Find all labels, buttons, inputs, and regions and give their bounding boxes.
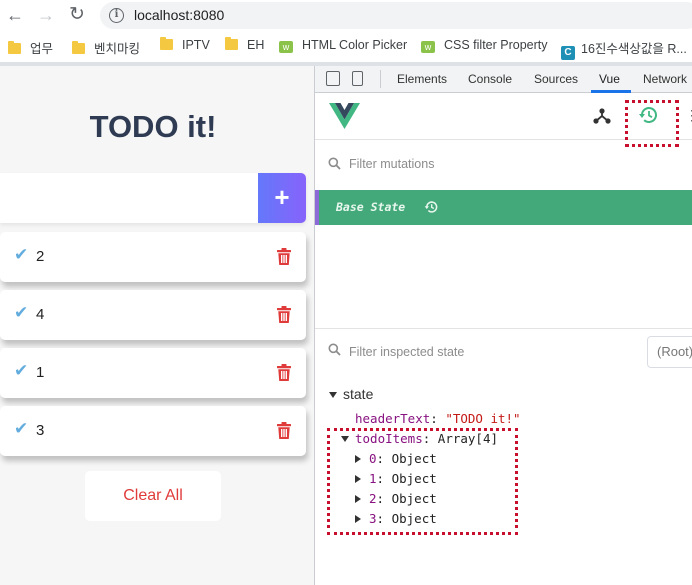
- tab-separator: [380, 70, 381, 88]
- w3schools-icon: w: [279, 41, 293, 53]
- history-highlight-box: [625, 100, 679, 147]
- address-bar[interactable]: i localhost:8080: [100, 2, 692, 29]
- base-state-row[interactable]: Base State: [315, 190, 692, 225]
- todo-text: 2: [36, 248, 45, 265]
- folder-icon: [72, 41, 85, 54]
- bookmark-item[interactable]: EH: [225, 37, 264, 56]
- todo-item: ✔ 1: [0, 348, 306, 398]
- folder-icon: [8, 41, 21, 54]
- device-toolbar-icon[interactable]: [352, 71, 363, 86]
- clear-all-button[interactable]: Clear All: [85, 471, 221, 521]
- mutations-filter: Filter mutations: [315, 144, 692, 188]
- components-tree-icon[interactable]: [593, 107, 611, 125]
- check-icon[interactable]: ✔: [14, 419, 28, 439]
- collapse-arrow-icon[interactable]: [329, 392, 337, 398]
- devtools-tabbar: Elements Console Sources Vue Network: [315, 66, 692, 93]
- todo-input[interactable]: [0, 173, 258, 223]
- todo-text: 3: [36, 422, 45, 439]
- tab-sources[interactable]: Sources: [534, 72, 578, 86]
- site-c-icon: C: [561, 46, 575, 60]
- search-icon: [328, 343, 341, 356]
- more-icon[interactable]: ⋮: [685, 107, 692, 124]
- bookmark-item[interactable]: 벤치마킹: [72, 38, 140, 56]
- folder-icon: [160, 37, 173, 50]
- mutations-filter-input[interactable]: Filter mutations: [349, 157, 434, 171]
- bookmarks-bar: 업무 벤치마킹 IPTV EH w HTML Color Picker w CSS …: [0, 32, 692, 62]
- state-entry-headertext: headerText: "TODO it!": [355, 411, 521, 426]
- w3schools-icon: w: [421, 41, 435, 53]
- trash-icon[interactable]: [277, 422, 291, 439]
- devtools-panel: Elements Console Sources Vue Network ⋮ F…: [314, 66, 692, 585]
- search-icon: [328, 157, 341, 170]
- reload-icon[interactable]: ↻: [69, 5, 85, 24]
- todoitems-highlight-box: [327, 428, 518, 535]
- check-icon[interactable]: ✔: [14, 245, 28, 265]
- vue-logo-icon: [329, 103, 360, 129]
- state-section-header[interactable]: state: [329, 386, 373, 402]
- tab-network[interactable]: Network: [643, 72, 687, 86]
- check-icon[interactable]: ✔: [14, 361, 28, 381]
- todo-text: 1: [36, 364, 45, 381]
- browser-toolbar: ← → ↻ i localhost:8080: [0, 0, 692, 32]
- root-select[interactable]: (Root): [647, 336, 692, 368]
- trash-icon[interactable]: [277, 306, 291, 323]
- forward-icon[interactable]: →: [37, 6, 55, 24]
- url-text[interactable]: localhost:8080: [134, 7, 224, 23]
- trash-icon[interactable]: [277, 364, 291, 381]
- todo-text: 4: [36, 306, 45, 323]
- bookmark-item[interactable]: 업무: [8, 38, 53, 56]
- todo-item: ✔ 4: [0, 290, 306, 340]
- inspect-element-icon[interactable]: [326, 71, 340, 86]
- info-icon[interactable]: i: [109, 8, 124, 23]
- state-filter: Filter inspected state: [315, 330, 692, 374]
- state-filter-input[interactable]: Filter inspected state: [349, 345, 464, 359]
- trash-icon[interactable]: [277, 248, 291, 265]
- bookmark-item[interactable]: C 16진수색상값을 R...: [561, 38, 687, 60]
- bookmark-item[interactable]: w CSS filter Property: [421, 38, 548, 56]
- todo-item: ✔ 3: [0, 406, 306, 456]
- panel-divider: [315, 328, 692, 329]
- bookmark-item[interactable]: w HTML Color Picker: [279, 38, 407, 56]
- page-title: TODO it!: [89, 109, 217, 144]
- bookmark-item[interactable]: IPTV: [160, 37, 210, 56]
- plus-icon: +: [274, 182, 290, 212]
- back-icon[interactable]: ←: [6, 6, 24, 24]
- tab-vue[interactable]: Vue: [599, 72, 620, 86]
- base-state-label: Base State: [336, 200, 406, 214]
- folder-icon: [225, 37, 238, 50]
- todo-app: TODO it! + ✔ 2 ✔ 4 ✔ 1 ✔ 3 Clear All: [0, 66, 314, 585]
- todo-item: ✔ 2: [0, 232, 306, 282]
- tab-console[interactable]: Console: [468, 72, 512, 86]
- todo-input-container: +: [0, 173, 306, 223]
- tab-elements[interactable]: Elements: [397, 72, 447, 86]
- check-icon[interactable]: ✔: [14, 303, 28, 323]
- time-travel-icon[interactable]: [424, 200, 438, 214]
- add-button[interactable]: +: [258, 173, 306, 223]
